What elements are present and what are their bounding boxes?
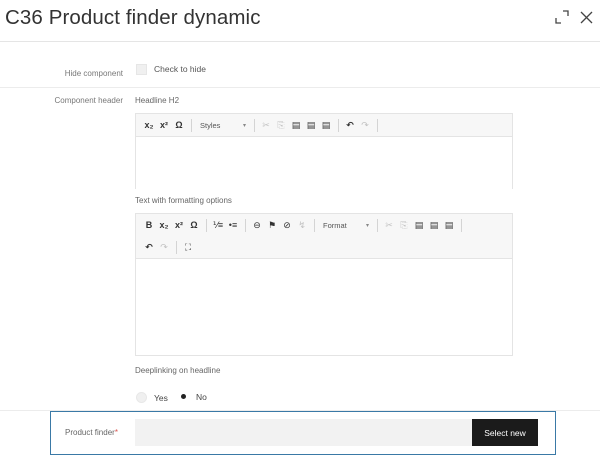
required-marker: * <box>114 428 118 437</box>
superscript-button[interactable]: x² <box>157 117 171 133</box>
styles-select[interactable]: Styles ▾ <box>196 118 250 132</box>
toolbar-separator <box>377 118 378 132</box>
chevron-down-icon: ▾ <box>242 122 246 129</box>
anchor-icon[interactable]: ⚑ <box>265 217 279 233</box>
paste-word-icon[interactable]: ▤ <box>442 217 456 233</box>
deeplinking-yes-label: Yes <box>154 393 168 403</box>
undo-icon[interactable]: ↶ <box>142 239 156 255</box>
product-finder-label-text: Product finder <box>65 428 115 437</box>
bulleted-list-icon[interactable]: •≡ <box>226 217 240 233</box>
spellcheck-icon[interactable]: ↯ <box>295 217 309 233</box>
text-formatting-label: Text with formatting options <box>135 196 232 205</box>
subscript-button[interactable]: x₂ <box>142 117 156 133</box>
component-header-label: Component header <box>54 96 124 105</box>
select-new-button[interactable]: Select new <box>472 419 538 446</box>
toolbar-separator <box>314 218 315 232</box>
headline-editor: x₂ x² Ω Styles ▾ ✂ ⎘ ▤ ▤ ▤ ↶ ↷ <box>135 113 513 189</box>
text-editor-area[interactable] <box>136 259 512 355</box>
numbered-list-icon[interactable]: ⅟≡ <box>211 217 225 233</box>
paste-text-icon[interactable]: ▤ <box>304 117 318 133</box>
close-icon[interactable] <box>576 6 596 28</box>
toolbar-separator <box>176 240 177 254</box>
format-select-value: Format <box>323 220 347 230</box>
toolbar-separator <box>338 118 339 132</box>
special-char-button[interactable]: Ω <box>187 217 201 233</box>
expand-icon[interactable] <box>552 6 572 28</box>
product-finder-label: Product finder* <box>65 428 118 437</box>
paste-icon[interactable]: ▤ <box>412 217 426 233</box>
styles-select-value: Styles <box>200 120 221 130</box>
header-divider <box>0 41 600 42</box>
product-finder-input[interactable] <box>135 419 473 446</box>
text-editor: B x₂ x² Ω ⅟≡ •≡ ⊖ ⚑ ⊘ ↯ Format ▾ ✂ ⎘ ▤ ▤… <box>135 213 513 356</box>
toolbar-separator <box>461 218 462 232</box>
hide-component-label: Hide component <box>64 69 123 78</box>
toolbar-separator <box>377 218 378 232</box>
deeplinking-label: Deeplinking on headline <box>135 366 221 375</box>
chevron-down-icon: ▾ <box>365 222 369 229</box>
row-divider <box>0 87 600 88</box>
toolbar-separator <box>206 218 207 232</box>
paste-word-icon[interactable]: ▤ <box>319 117 333 133</box>
hide-component-checkbox-label: Check to hide <box>154 64 206 74</box>
deeplinking-no-radio[interactable] <box>178 391 189 402</box>
text-toolbar: B x₂ x² Ω ⅟≡ •≡ ⊖ ⚑ ⊘ ↯ Format ▾ ✂ ⎘ ▤ ▤… <box>136 214 512 259</box>
undo-icon[interactable]: ↶ <box>343 117 357 133</box>
redo-icon[interactable]: ↷ <box>358 117 372 133</box>
format-select[interactable]: Format ▾ <box>319 218 373 232</box>
superscript-button[interactable]: x² <box>172 217 186 233</box>
paste-icon[interactable]: ▤ <box>289 117 303 133</box>
deeplinking-yes-radio[interactable] <box>136 392 147 403</box>
toolbar-separator <box>191 118 192 132</box>
headline-toolbar: x₂ x² Ω Styles ▾ ✂ ⎘ ▤ ▤ ▤ ↶ ↷ <box>136 114 512 137</box>
maximize-icon[interactable]: ⛶ <box>181 239 195 255</box>
cut-icon[interactable]: ✂ <box>259 117 273 133</box>
copy-icon[interactable]: ⎘ <box>397 217 411 233</box>
subscript-button[interactable]: x₂ <box>157 217 171 233</box>
toolbar-separator <box>245 218 246 232</box>
bold-button[interactable]: B <box>142 217 156 233</box>
product-finder-field: Product finder* Select new <box>50 411 556 455</box>
unlink-icon[interactable]: ⊘ <box>280 217 294 233</box>
hide-component-checkbox[interactable] <box>136 64 147 75</box>
redo-icon[interactable]: ↷ <box>157 239 171 255</box>
deeplinking-no-label: No <box>196 392 207 402</box>
copy-icon[interactable]: ⎘ <box>274 117 288 133</box>
headline-label: Headline H2 <box>135 96 180 105</box>
dialog-title: C36 Product finder dynamic <box>5 6 261 29</box>
toolbar-separator <box>254 118 255 132</box>
paste-text-icon[interactable]: ▤ <box>427 217 441 233</box>
special-char-button[interactable]: Ω <box>172 117 186 133</box>
cut-icon[interactable]: ✂ <box>382 217 396 233</box>
headline-editor-area[interactable] <box>136 137 512 189</box>
link-icon[interactable]: ⊖ <box>250 217 264 233</box>
